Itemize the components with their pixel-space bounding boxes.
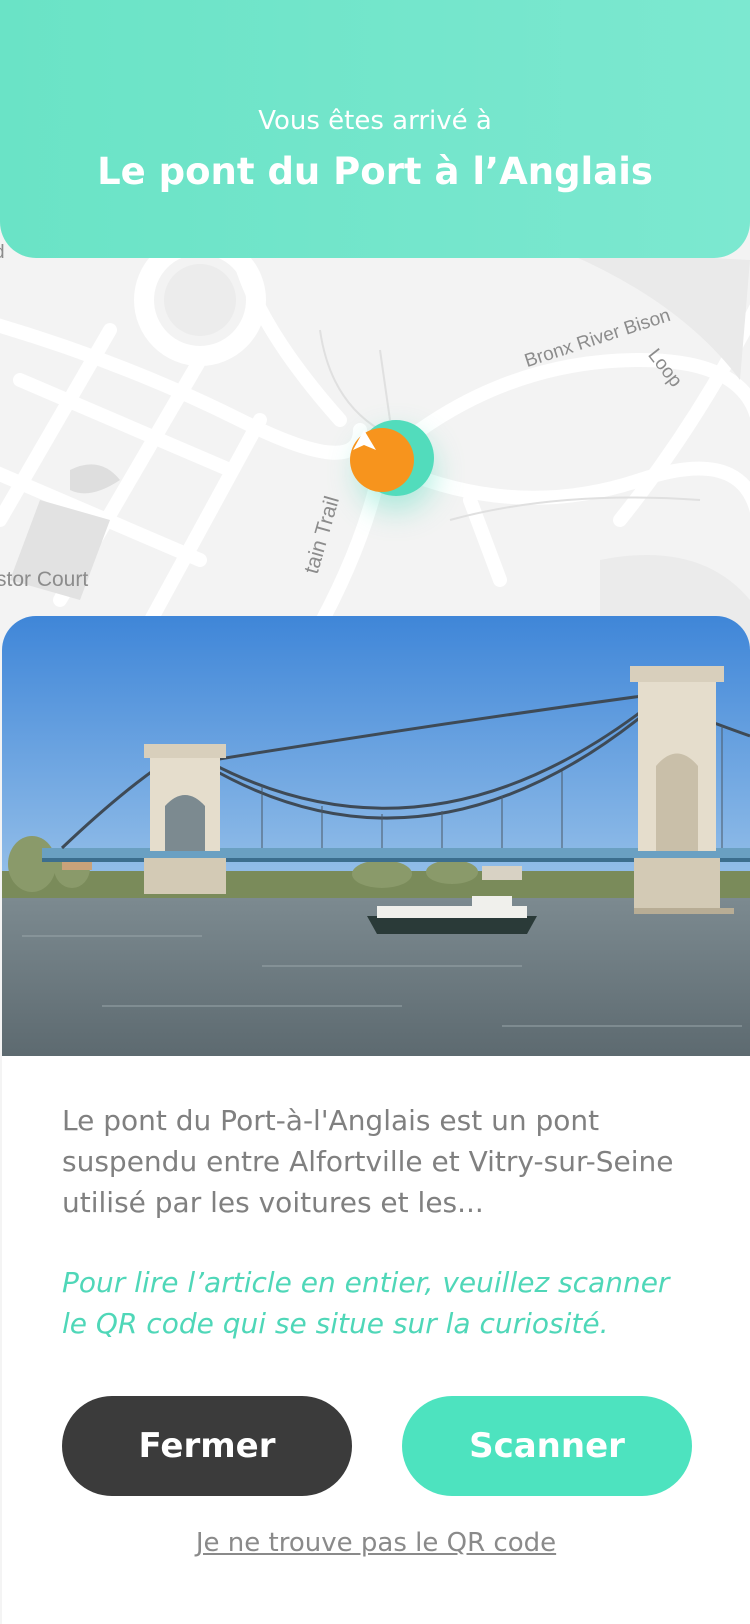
place-photo [2,616,750,1056]
arrival-subtitle: Vous êtes arrivé à [258,106,492,136]
bridge-photo [2,616,750,1056]
place-description: Le pont du Port-à-l'Anglais est un pont … [62,1104,674,1219]
location-marker[interactable] [350,428,414,492]
place-card: Le pont du Port-à-l'Anglais est un pont … [2,616,750,1624]
map-label-astor-court: stor Court [0,568,89,591]
close-button[interactable]: Fermer [62,1396,352,1496]
place-title: Le pont du Port à l’Anglais [97,150,653,193]
qr-not-found-link[interactable]: Je ne trouve pas le QR code [2,1528,750,1558]
navigation-arrow-icon [353,430,376,450]
arrival-screen: d Bronx River Bison Loop stor Court tain… [0,0,750,1624]
scan-instruction: Pour lire l’article en entier, veuillez … [62,1266,670,1340]
scan-button[interactable]: Scanner [402,1396,692,1496]
map-label-top-left: d [0,242,5,264]
arrival-banner: Vous êtes arrivé à Le pont du Port à l’A… [0,0,750,258]
